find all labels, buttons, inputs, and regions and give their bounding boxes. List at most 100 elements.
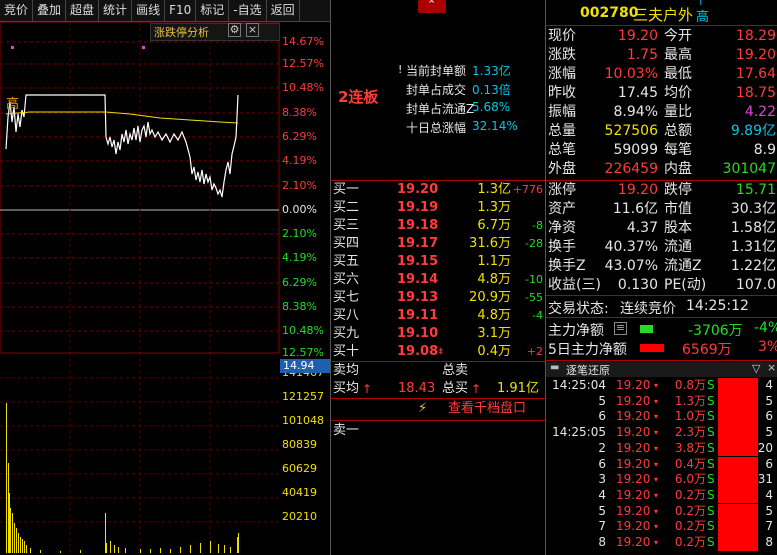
- bid-label: 买四: [333, 236, 360, 251]
- main-net-value: -3706万: [688, 323, 743, 339]
- sell-avg-label: 卖均: [333, 363, 360, 378]
- tick-volume: 1.3万: [674, 393, 706, 408]
- bid-price: 19.10: [397, 326, 439, 341]
- volume-bar: [18, 533, 19, 553]
- toolbar-button-3[interactable]: 统计: [99, 0, 133, 21]
- tick-count: 5: [765, 393, 773, 408]
- volume-bar: [80, 550, 81, 553]
- toolbar-button-7[interactable]: -自选: [229, 0, 267, 21]
- tick-time: 4: [598, 487, 606, 502]
- tick-arrow-icon: ▾: [654, 443, 659, 453]
- quote-value: 17.64: [735, 66, 776, 82]
- toolbar-button-1[interactable]: 叠加: [33, 0, 67, 21]
- tick-volume: 2.3万: [674, 425, 706, 440]
- tick-arrow-icon: ▾: [654, 475, 659, 485]
- list-icon[interactable]: ≡: [614, 322, 627, 335]
- bid-label: 买七: [333, 290, 360, 305]
- volume-bar: [8, 463, 9, 553]
- quote-value: 8.94%: [613, 104, 658, 120]
- intraday-chart[interactable]: 涨跌停分析 ⚙ × 高 14.67% 12.57% 10.48% 8.38% 6.29%…: [0, 22, 330, 555]
- volume-bar: [125, 548, 126, 553]
- gear-icon[interactable]: ⚙: [228, 23, 241, 37]
- bid-volume: 31.6万: [469, 236, 511, 251]
- tick-price: 19.20: [616, 378, 651, 392]
- seal-info-value: 5.68%: [472, 100, 511, 114]
- bid-price: 19.14: [397, 272, 439, 287]
- toolbar-button-2[interactable]: 超盘: [66, 0, 100, 21]
- bid-volume: 1.3万: [477, 200, 511, 215]
- tick-count: 8: [765, 535, 773, 549]
- tick-count: 20: [757, 440, 773, 455]
- toolbar-button-6[interactable]: 标记: [196, 0, 230, 21]
- quote-row: 昨收 17.45 均价 18.75: [546, 84, 777, 103]
- tick-bar: [718, 425, 758, 441]
- volume-bar: [10, 508, 11, 553]
- quote-label: 最低: [664, 66, 692, 82]
- toolbar-button-8[interactable]: 返回: [267, 0, 300, 21]
- quote-value: 4.37: [626, 220, 658, 236]
- tick-bar: [718, 409, 758, 425]
- bid-row: 买五 19.15 1.1万: [331, 253, 545, 271]
- volume-bar: [6, 403, 7, 553]
- bid-price: 19.17: [397, 236, 439, 251]
- tick-time: 6: [598, 409, 606, 424]
- filter-icon[interactable]: ▽: [752, 362, 760, 375]
- volume-bar: [224, 545, 225, 553]
- buy-avg-price: 18.43: [398, 381, 436, 396]
- chevron-up-icon[interactable]: ⌃: [427, 0, 436, 11]
- lightning-icon: ⚡: [418, 401, 428, 416]
- divider-quote-bottom: [546, 295, 777, 296]
- tick-arrow-icon: ▾: [654, 381, 659, 390]
- volume-bar: [16, 528, 17, 553]
- price-axis-label: 8.38%: [282, 106, 317, 119]
- quote-row: 外盘 226459 内盘 301047: [546, 160, 777, 179]
- quote-label: 均价: [664, 85, 692, 101]
- tick-arrow-icon: ▾: [654, 538, 659, 547]
- bullet-icon: !: [398, 63, 403, 76]
- collapse-icon[interactable]: ▬: [550, 362, 559, 373]
- toolbar-button-5[interactable]: F10: [165, 0, 197, 21]
- volume-bar: [170, 549, 171, 553]
- volume-axis-label: 60629: [282, 462, 317, 475]
- streak-label: 2连板: [338, 88, 379, 106]
- bid-price: 19.15: [397, 254, 439, 269]
- tick-bar: [718, 472, 758, 488]
- tick-side: S: [707, 378, 715, 392]
- price-line: [5, 94, 239, 198]
- arrow-up-icon: ↑: [362, 382, 373, 396]
- volume-bar: [114, 545, 115, 553]
- volume-bar: [60, 551, 61, 553]
- divider-status: [546, 317, 777, 318]
- divider-capital: [546, 360, 777, 361]
- tick-price: 19.20: [616, 393, 651, 408]
- tick-volume: 6.0万: [674, 472, 706, 487]
- price-axis-label: 6.29%: [282, 276, 317, 289]
- tick-side: S: [707, 425, 715, 440]
- volume-bar: [160, 548, 161, 553]
- thousand-level-button[interactable]: 查看千档盘口: [448, 400, 526, 418]
- toolbar-button-0[interactable]: 竞价: [0, 0, 34, 21]
- tick-price: 19.20: [616, 440, 651, 455]
- total-buy-label: 总买: [442, 381, 469, 396]
- quote-row: 换手Z 43.07% 流通Z 1.22亿: [546, 257, 777, 276]
- bid-price: 19.19: [397, 200, 439, 215]
- tick-volume: 3.8万: [674, 440, 706, 455]
- quote-label: 市值: [664, 201, 692, 217]
- average-price-line: [5, 111, 239, 124]
- bid-label: 买十: [333, 344, 360, 359]
- marker-dot: [142, 46, 145, 49]
- toolbar-button-4[interactable]: 画线: [132, 0, 166, 21]
- tick-bar: [718, 535, 758, 551]
- seal-info-value: 0.13倍: [472, 83, 511, 97]
- bid-row: 买三 19.18 6.7万 -8: [331, 217, 545, 235]
- trade-status-time: 14:25:12: [686, 298, 749, 314]
- quote-row: 净资 4.37 股本 1.58亿: [546, 219, 777, 238]
- close-icon[interactable]: ×: [246, 23, 259, 37]
- tick-time: 8: [598, 535, 606, 549]
- volume-bar: [118, 547, 119, 553]
- quote-label: 内盘: [664, 161, 692, 177]
- bid-label: 买五: [333, 254, 360, 269]
- close-icon[interactable]: ×: [767, 361, 776, 374]
- tick-price: 19.20: [616, 535, 651, 549]
- quote-row: 现价 19.20 今开 18.29: [546, 27, 777, 46]
